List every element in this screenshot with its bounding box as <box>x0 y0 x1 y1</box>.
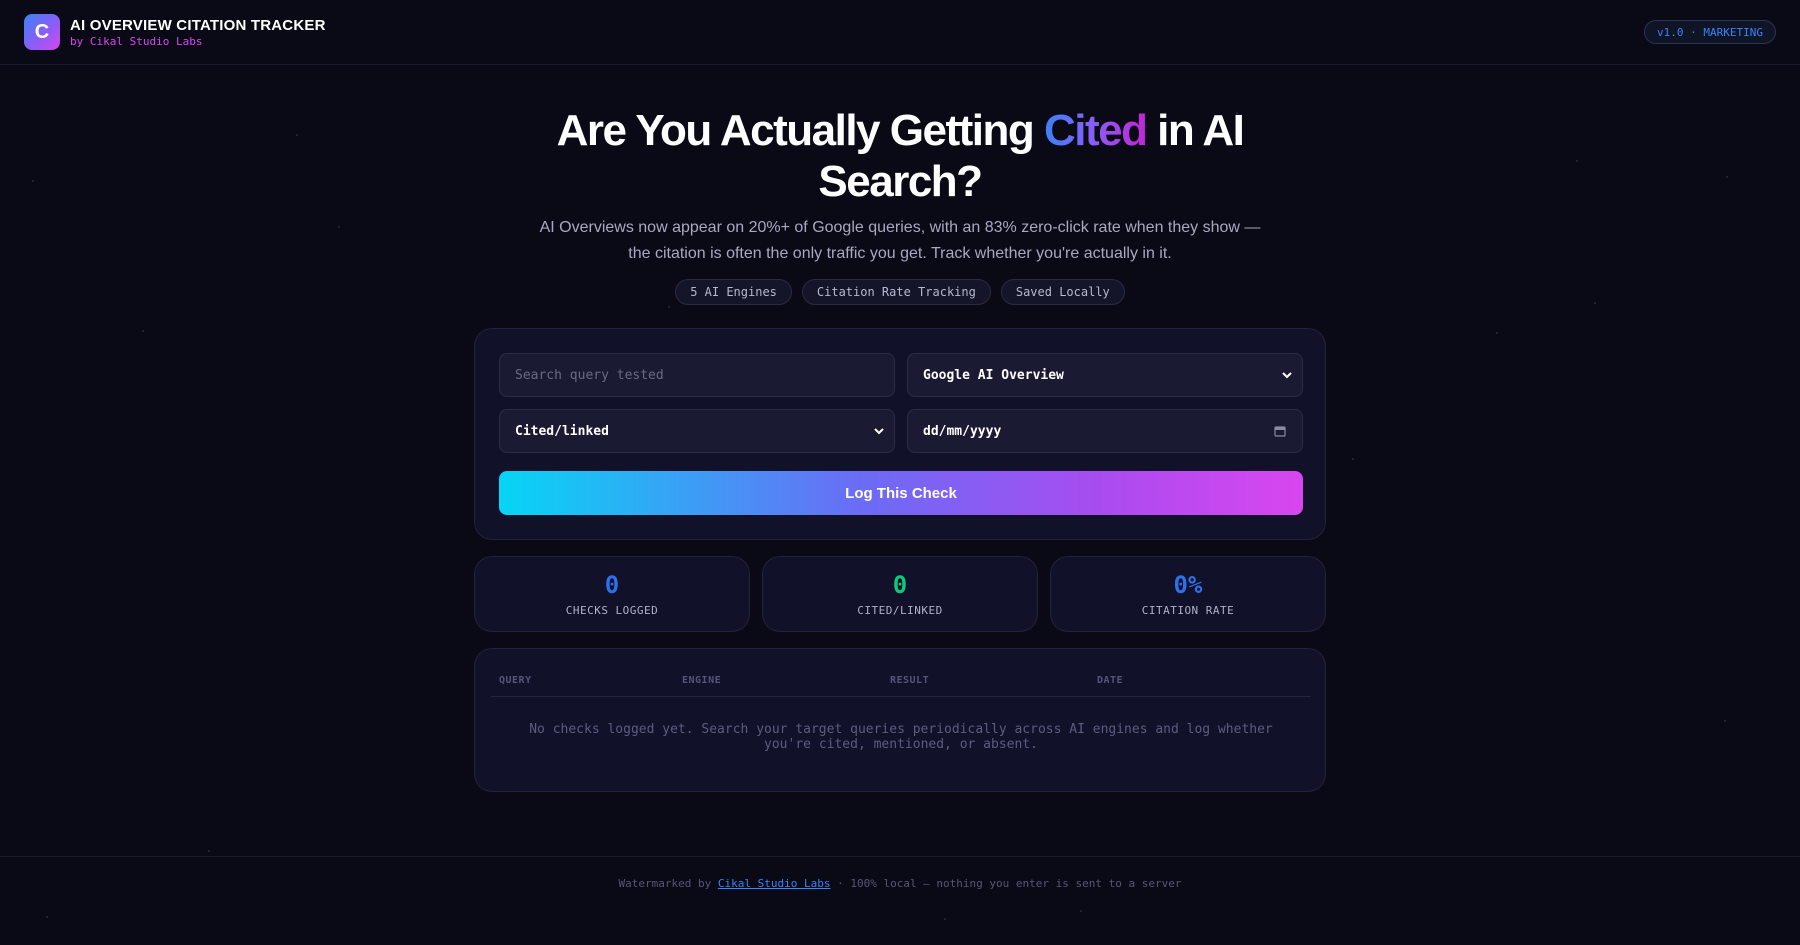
empty-state-message: No checks logged yet. Search your target… <box>529 722 1273 752</box>
stat-label: CITED/LINKED <box>857 604 943 617</box>
stat-citation-rate: 0% CITATION RATE <box>1050 556 1326 632</box>
stat-checks-logged: 0 CHECKS LOGGED <box>474 556 750 632</box>
checks-table: QUERY ENGINE RESULT DATE No checks logge… <box>474 648 1326 792</box>
hero-title-highlight: Cited <box>1043 106 1148 155</box>
result-select-value: Cited/linked <box>515 423 609 439</box>
log-check-form: Search query tested Google AI Overview C… <box>474 328 1326 540</box>
stat-label: CITATION RATE <box>1141 604 1235 617</box>
date-input[interactable]: dd/mm/yyyy <box>907 409 1303 453</box>
app-logo: C <box>24 14 60 50</box>
footer-studio-link[interactable]: Cikal Studio Labs <box>718 877 831 890</box>
footer-prefix: Watermarked by <box>618 877 718 890</box>
stat-value: 0 <box>604 571 620 599</box>
engine-select[interactable]: Google AI Overview <box>907 353 1303 397</box>
search-query-input[interactable]: Search query tested <box>499 353 895 397</box>
engine-select-value: Google AI Overview <box>923 367 1064 383</box>
stat-label: CHECKS LOGGED <box>565 604 659 617</box>
footer: Watermarked by Cikal Studio Labs · 100% … <box>0 856 1800 945</box>
hero-title-part1: Are You Actually Getting <box>556 106 1044 155</box>
hero-description: AI Overviews now appear on 20%+ of Googl… <box>539 219 1261 262</box>
footer-suffix: · 100% local — nothing you enter is sent… <box>830 877 1182 890</box>
hero-title: Are You Actually Getting Cited in AI Sea… <box>0 105 1800 207</box>
chip-saved-locally: Saved Locally <box>1000 279 1125 305</box>
log-check-button[interactable]: Log This Check <box>499 471 1303 515</box>
column-header-engine: ENGINE <box>682 675 722 686</box>
hero-title-part2: in AI <box>1146 106 1245 155</box>
stat-cited-linked: 0 CITED/LINKED <box>762 556 1038 632</box>
chevron-down-icon <box>1282 372 1292 379</box>
chip-citation-rate: Citation Rate Tracking <box>801 279 991 305</box>
hero-title-line2: Search? <box>818 157 983 206</box>
result-select[interactable]: Cited/linked <box>499 409 895 453</box>
column-header-date: DATE <box>1097 675 1124 686</box>
top-bar: C AI OVERVIEW CITATION TRACKER by Cikal … <box>0 0 1800 65</box>
version-badge: v1.0 · MARKETING <box>1644 20 1776 44</box>
feature-chips: 5 AI Engines Citation Rate Tracking Save… <box>0 279 1800 305</box>
app-title: AI OVERVIEW CITATION TRACKER <box>70 17 326 34</box>
column-header-result: RESULT <box>890 675 930 686</box>
app-subtitle: by Cikal Studio Labs <box>70 35 203 48</box>
date-input-value: dd/mm/yyyy <box>923 423 1002 439</box>
table-header-divider <box>491 696 1311 697</box>
footer-text: Watermarked by Cikal Studio Labs · 100% … <box>0 877 1800 890</box>
chip-ai-engines: 5 AI Engines <box>675 279 792 305</box>
column-header-query: QUERY <box>499 675 532 686</box>
calendar-icon[interactable] <box>1274 425 1286 437</box>
stat-value: 0% <box>1173 571 1203 599</box>
stat-value: 0 <box>892 571 908 599</box>
chevron-down-icon <box>874 428 884 435</box>
